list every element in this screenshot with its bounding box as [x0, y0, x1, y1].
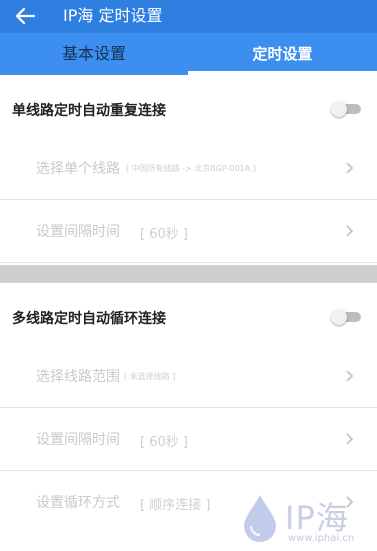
section-single-line-header: 单线路定时自动重复连接: [0, 75, 377, 145]
row-label: 设置间隔时间: [36, 432, 120, 448]
single-line-toggle[interactable]: [331, 101, 361, 117]
watermark-url: www.iphai.cn: [288, 533, 355, 544]
chevron-right-icon: [346, 370, 354, 382]
tab-bar: 基本设置 定时设置: [0, 33, 377, 75]
row-sub-value: [ 未选择线路 ]: [124, 372, 176, 381]
row-interval-single[interactable]: 设置间隔时间 [ 60秒 ]: [0, 201, 377, 263]
row-select-line-range[interactable]: 选择线路范围 [ 未选择线路 ]: [0, 346, 377, 408]
back-arrow-icon[interactable]: [14, 6, 36, 26]
tab-timer-settings[interactable]: 定时设置: [188, 33, 377, 75]
row-sub-value: [ 中国所有线路 -> 北京BGP-001A ]: [126, 164, 256, 173]
chevron-right-icon: [346, 162, 354, 174]
section-title: 多线路定时自动循环连接: [12, 311, 166, 327]
row-label: 选择线路范围: [36, 369, 120, 385]
row-label: 设置间隔时间: [36, 224, 120, 240]
app-bar: IP海 定时设置: [0, 0, 377, 33]
section-divider: [0, 265, 377, 283]
page-title: IP海 定时设置: [63, 6, 163, 25]
row-value: [ 顺序连接 ]: [140, 498, 211, 513]
row-label: 选择单个线路: [36, 161, 120, 177]
tab-basic-settings[interactable]: 基本设置: [0, 33, 188, 75]
chevron-right-icon: [346, 433, 354, 445]
toggle-knob: [331, 101, 347, 117]
section-multi-line-header: 多线路定时自动循环连接: [0, 283, 377, 353]
section-title: 单线路定时自动重复连接: [12, 103, 166, 119]
watermark: IP海 www.iphai.cn: [238, 493, 377, 551]
water-drop-logo-icon: [244, 495, 276, 542]
multi-line-toggle[interactable]: [331, 309, 361, 325]
row-interval-multi[interactable]: 设置间隔时间 [ 60秒 ]: [0, 409, 377, 471]
row-label: 设置循环方式: [36, 495, 120, 511]
row-value: [ 60秒 ]: [140, 227, 188, 242]
chevron-right-icon: [346, 225, 354, 237]
row-value: [ 60秒 ]: [140, 435, 188, 450]
row-select-single-line[interactable]: 选择单个线路 [ 中国所有线路 -> 北京BGP-001A ]: [0, 138, 377, 200]
toggle-knob: [331, 309, 347, 325]
